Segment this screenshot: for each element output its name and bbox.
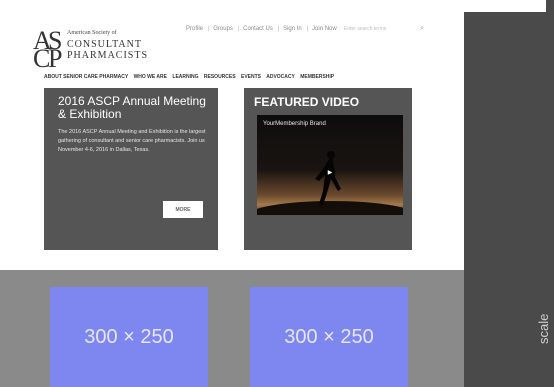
logo-line-3: PHARMACISTS (67, 50, 149, 61)
ad-placeholder-1[interactable]: 300 × 250 (50, 287, 208, 387)
featured-video-card: FEATURED VIDEO YourMembership Brand ▶ (244, 88, 412, 250)
video-title: YourMembership Brand (263, 121, 326, 127)
link-separator: | (306, 26, 309, 32)
runner-silhouette (315, 151, 341, 205)
nav-item-events[interactable]: EVENTS (241, 74, 261, 80)
ad-placeholder-2[interactable]: 300 × 250 (250, 287, 408, 387)
search-icon[interactable]: ⌕ (420, 25, 424, 33)
more-button[interactable]: MORE (163, 201, 203, 218)
nav-item-who-we-are[interactable]: WHO WE ARE (134, 74, 167, 80)
event-card: 2016 ASCP Annual Meeting & Exhibition Th… (44, 88, 218, 250)
join-now-link[interactable]: Join Now (312, 26, 337, 32)
nav-item-advocacy[interactable]: ADVOCACY (266, 74, 295, 80)
play-icon[interactable]: ▶ (324, 166, 336, 178)
event-card-title: 2016 ASCP Annual Meeting & Exhibition (58, 94, 206, 121)
search-box[interactable]: Enter search terms ⌕ (344, 23, 426, 35)
utility-links: Profile | Groups | Contact Us | Sign In | Jo… (186, 26, 339, 32)
main-nav: ABOUT SENIOR CARE PHARMACY WHO WE ARE LE… (44, 74, 338, 80)
search-input[interactable]: Enter search terms (344, 26, 386, 32)
logo-line-2: CONSULTANT (67, 39, 142, 50)
link-separator: | (277, 26, 280, 32)
nav-item-senior-care[interactable]: ABOUT SENIOR CARE PHARMACY (44, 74, 128, 80)
event-card-body: The 2016 ASCP Annual Meeting and Exhibit… (58, 129, 206, 153)
link-separator: | (208, 26, 210, 32)
right-top-box (464, 0, 546, 12)
website-page: A S C P American Society of CONSULTANT P… (0, 0, 464, 387)
nav-item-membership[interactable]: MEMBERSHIP (300, 74, 334, 80)
side-caption: scale (536, 313, 551, 344)
contact-link[interactable]: Contact Us (243, 26, 273, 32)
nav-item-resources[interactable]: RESOURCES (204, 74, 236, 80)
nav-item-learning[interactable]: LEARNING (172, 74, 198, 80)
video-player[interactable]: YourMembership Brand ▶ (257, 115, 403, 215)
featured-video-heading: FEATURED VIDEO (254, 95, 360, 109)
logo-line-1: American Society of (67, 30, 117, 36)
link-separator: | (237, 26, 240, 32)
profile-link[interactable]: Profile (186, 26, 203, 32)
ascp-logo[interactable]: A S C P American Society of CONSULTANT P… (33, 26, 153, 73)
sign-in-link[interactable]: Sign In (283, 26, 302, 32)
groups-link[interactable]: Groups (213, 26, 233, 32)
logo-letter-p: P (48, 44, 63, 73)
